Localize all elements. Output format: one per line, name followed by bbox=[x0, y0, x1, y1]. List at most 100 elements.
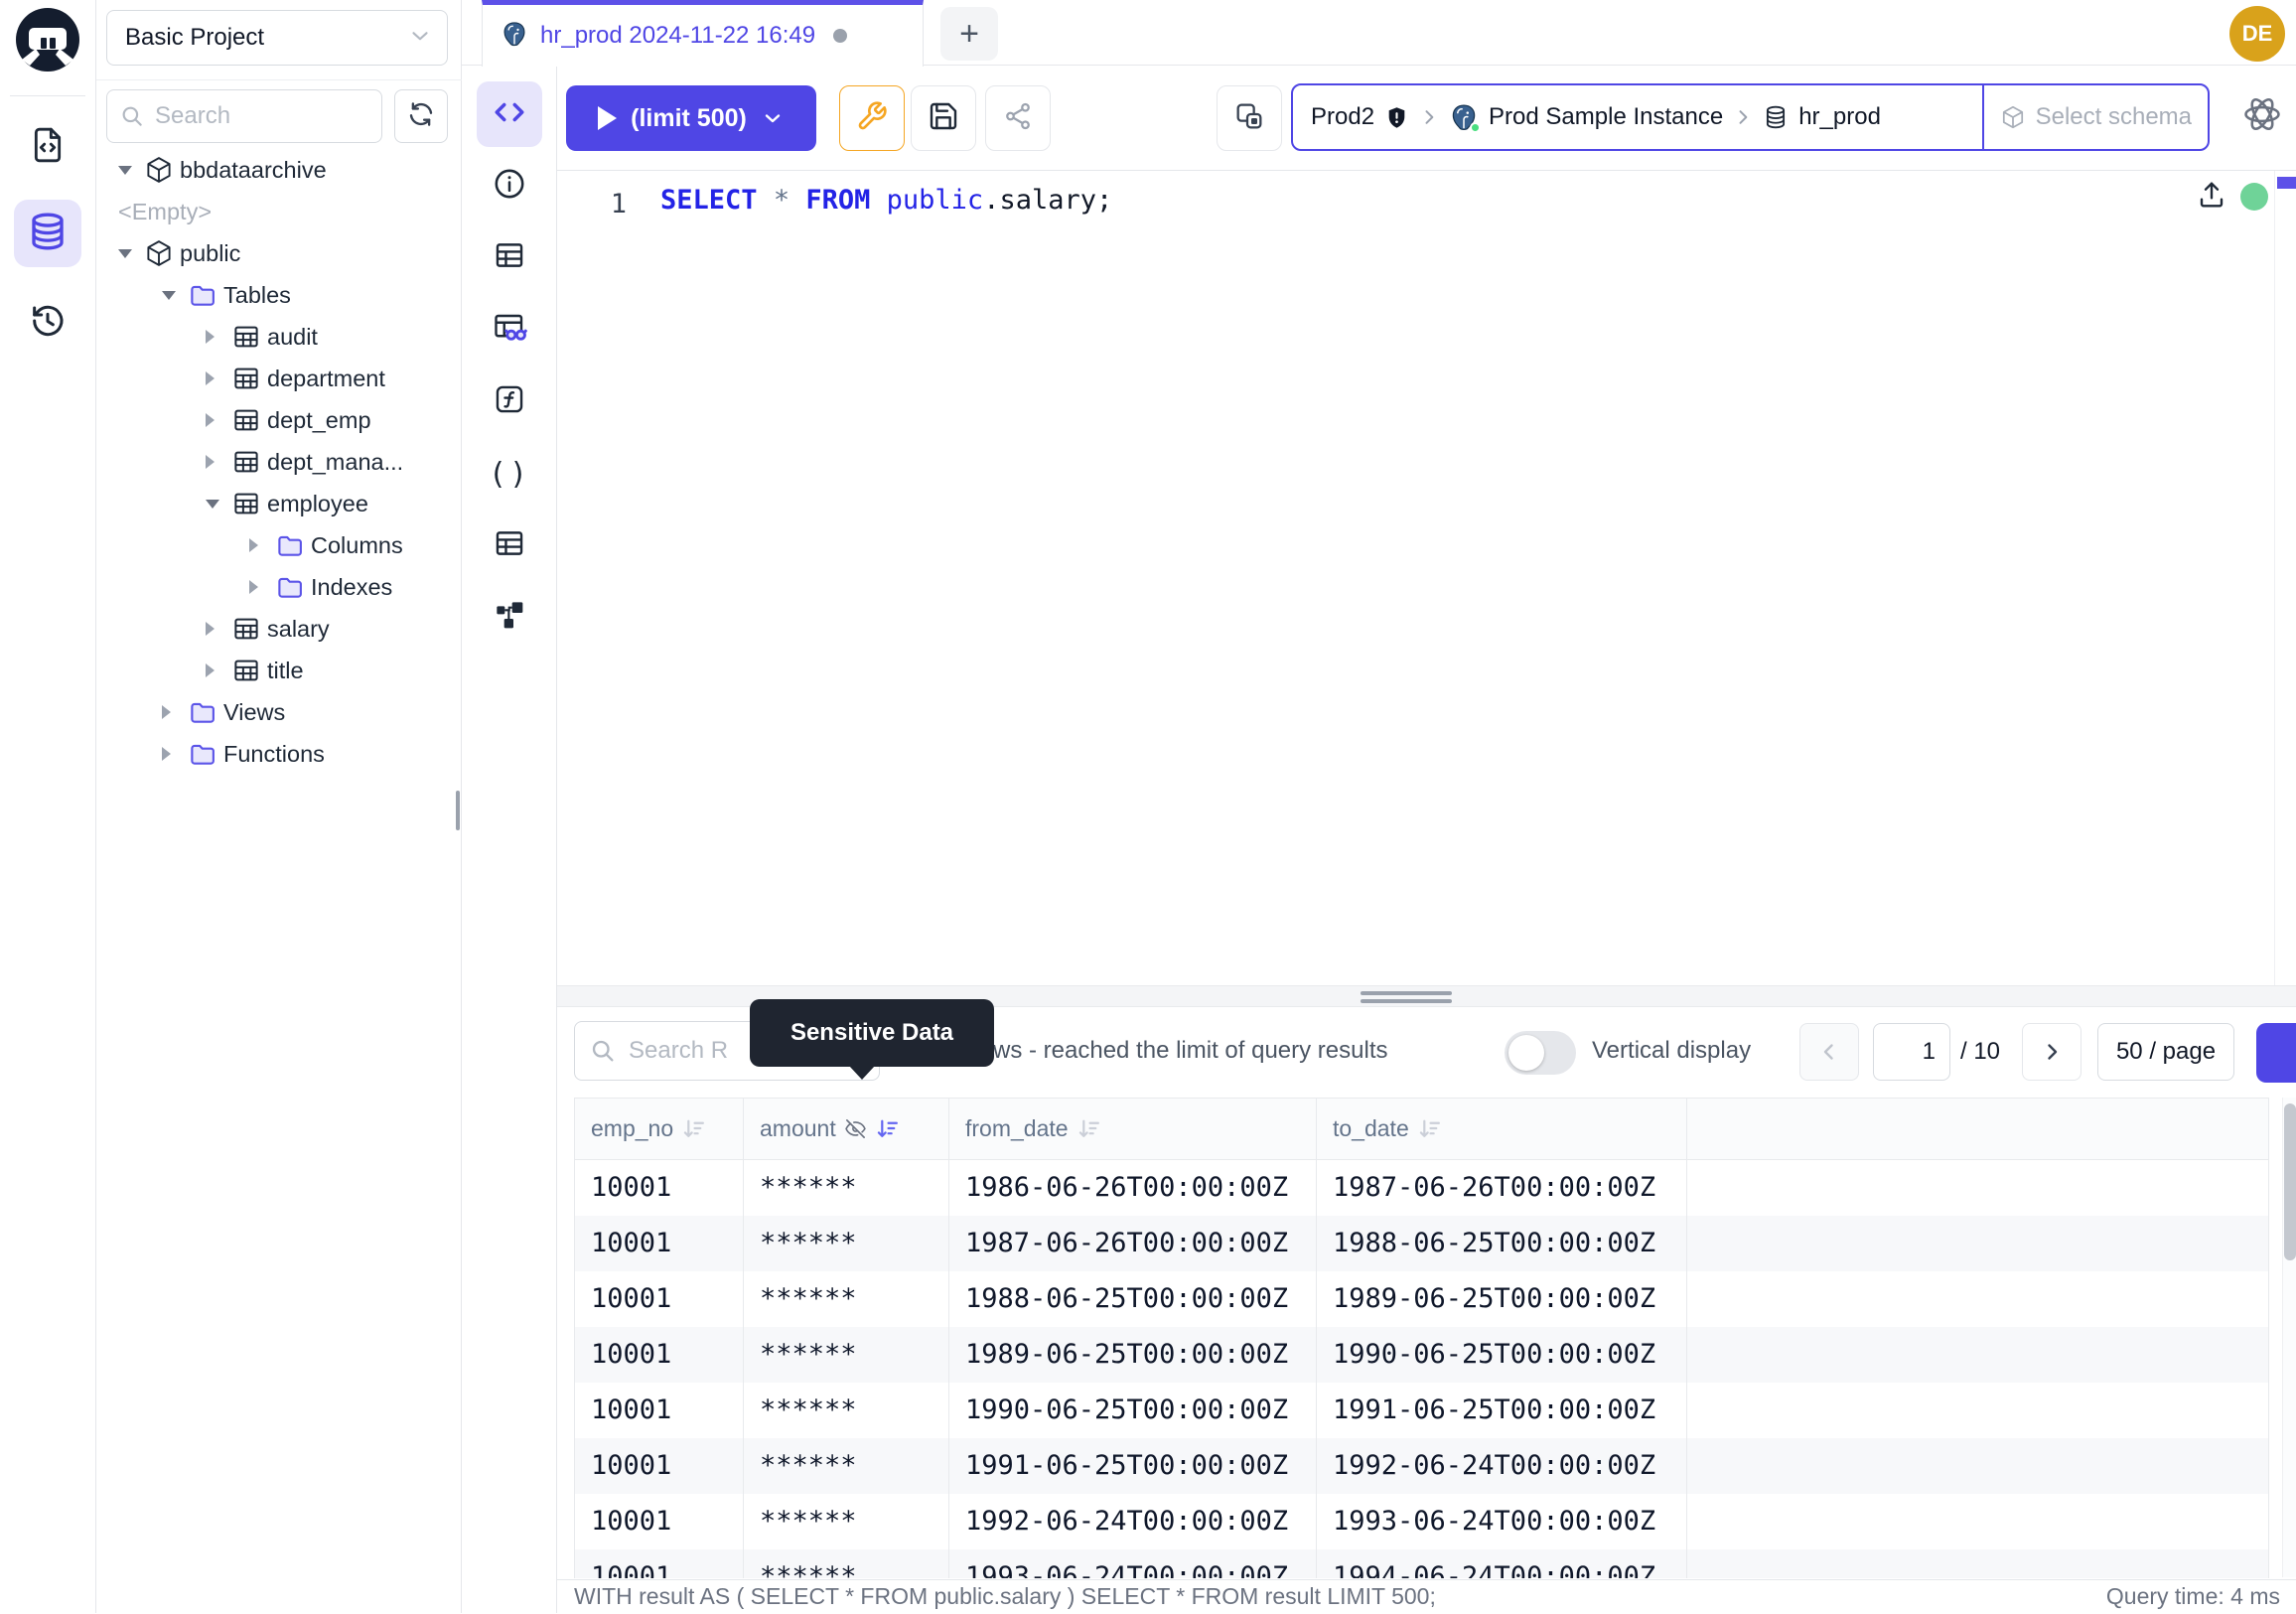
table-cell[interactable]: 1988-06-25T00:00:00Z bbox=[1317, 1216, 1687, 1271]
bytebase-logo[interactable] bbox=[16, 8, 79, 72]
table-cell[interactable]: 10001 bbox=[575, 1271, 744, 1327]
chevron-collapsed-icon[interactable] bbox=[206, 413, 231, 427]
sql-code-line[interactable]: SELECT * FROM public.salary; bbox=[660, 185, 1112, 216]
table-cell[interactable]: 1992-06-24T00:00:00Z bbox=[949, 1494, 1317, 1549]
table-cell[interactable]: ****** bbox=[744, 1383, 949, 1438]
tree-item-functions[interactable]: Functions bbox=[96, 733, 462, 775]
page-input[interactable]: 1 bbox=[1873, 1023, 1950, 1081]
tree-item-empty[interactable]: <Empty> bbox=[96, 191, 462, 232]
chevron-expanded-icon[interactable] bbox=[206, 500, 231, 509]
tree-item-dept-emp[interactable]: dept_emp bbox=[96, 399, 462, 441]
table-cell[interactable]: 10001 bbox=[575, 1549, 744, 1578]
sort-icon[interactable] bbox=[681, 1116, 706, 1141]
next-page-button[interactable] bbox=[2022, 1023, 2081, 1081]
chevron-collapsed-icon[interactable] bbox=[206, 455, 231, 469]
table-row[interactable]: 10001******1987-06-26T00:00:00Z1988-06-2… bbox=[575, 1216, 2269, 1271]
table-cell[interactable]: ****** bbox=[744, 1438, 949, 1494]
connection-path[interactable]: Prod2 Prod Sample Instance bbox=[1293, 85, 1982, 149]
table-cell[interactable]: 1989-06-25T00:00:00Z bbox=[1317, 1271, 1687, 1327]
tree-item-tables[interactable]: Tables bbox=[96, 274, 462, 316]
table-cell[interactable]: ****** bbox=[744, 1494, 949, 1549]
editor-scrollbar[interactable] bbox=[2274, 171, 2275, 985]
table-scrollbar[interactable] bbox=[2282, 1098, 2296, 1577]
table-cell[interactable]: 1987-06-26T00:00:00Z bbox=[949, 1216, 1317, 1271]
info-panel-button[interactable] bbox=[492, 168, 527, 204]
sidebar-resize-handle[interactable] bbox=[456, 791, 460, 830]
tree-item-department[interactable]: department bbox=[96, 358, 462, 399]
functions-panel-button[interactable] bbox=[492, 383, 527, 419]
table-cell[interactable]: 1987-06-26T00:00:00Z bbox=[1317, 1160, 1687, 1216]
ai-assistant-button[interactable] bbox=[2239, 93, 2285, 139]
vertical-display-toggle[interactable] bbox=[1505, 1031, 1576, 1075]
chevron-collapsed-icon[interactable] bbox=[249, 538, 275, 552]
table-cell[interactable]: 1990-06-25T00:00:00Z bbox=[949, 1383, 1317, 1438]
table-cell[interactable]: 1991-06-25T00:00:00Z bbox=[949, 1438, 1317, 1494]
tab-active-worksheet[interactable]: hr_prod 2024-11-22 16:49 bbox=[482, 0, 924, 67]
table-row[interactable]: 10001******1986-06-26T00:00:00Z1987-06-2… bbox=[575, 1160, 2269, 1216]
external-tables-panel-button[interactable] bbox=[492, 527, 527, 563]
tables-panel-button[interactable] bbox=[492, 239, 527, 275]
table-row[interactable]: 10001******1988-06-25T00:00:00Z1989-06-2… bbox=[575, 1271, 2269, 1327]
tree-item-audit[interactable]: audit bbox=[96, 316, 462, 358]
table-cell[interactable]: 1988-06-25T00:00:00Z bbox=[949, 1271, 1317, 1327]
save-button[interactable] bbox=[911, 85, 976, 151]
table-cell[interactable]: 1993-06-24T00:00:00Z bbox=[949, 1549, 1317, 1578]
chevron-collapsed-icon[interactable] bbox=[249, 580, 275, 594]
tree-item-salary[interactable]: salary bbox=[96, 608, 462, 650]
tree-item-indexes[interactable]: Indexes bbox=[96, 566, 462, 608]
chevron-expanded-icon[interactable] bbox=[118, 249, 144, 258]
page-size-select[interactable]: 50 / page bbox=[2097, 1023, 2234, 1081]
table-cell[interactable]: 1989-06-25T00:00:00Z bbox=[949, 1327, 1317, 1383]
avatar[interactable]: DE bbox=[2229, 6, 2285, 62]
tree-item-columns[interactable]: Columns bbox=[96, 524, 462, 566]
column-header-to_date[interactable]: to_date bbox=[1317, 1099, 1687, 1159]
sidebar-search[interactable] bbox=[106, 89, 382, 143]
chevron-collapsed-icon[interactable] bbox=[162, 747, 188, 761]
column-header-emp_no[interactable]: emp_no bbox=[575, 1099, 744, 1159]
chevron-collapsed-icon[interactable] bbox=[206, 371, 231, 385]
format-sql-button[interactable] bbox=[839, 85, 905, 151]
table-cell[interactable]: ****** bbox=[744, 1160, 949, 1216]
chevron-down-icon[interactable] bbox=[761, 106, 785, 130]
column-header-from_date[interactable]: from_date bbox=[949, 1099, 1317, 1159]
chevron-collapsed-icon[interactable] bbox=[162, 705, 188, 719]
table-cell[interactable]: ****** bbox=[744, 1216, 949, 1271]
table-cell[interactable]: 1992-06-24T00:00:00Z bbox=[1317, 1438, 1687, 1494]
sort-icon[interactable] bbox=[1417, 1116, 1442, 1141]
tree-item-public[interactable]: public bbox=[96, 232, 462, 274]
eye-off-icon[interactable] bbox=[844, 1117, 867, 1140]
tree-item-title[interactable]: title bbox=[96, 650, 462, 691]
share-button[interactable] bbox=[985, 85, 1051, 151]
table-cell[interactable]: ****** bbox=[744, 1271, 949, 1327]
rail-database-button[interactable] bbox=[14, 200, 81, 267]
table-row[interactable]: 10001******1993-06-24T00:00:00Z1994-06-2… bbox=[575, 1549, 2269, 1578]
table-row[interactable]: 10001******1992-06-24T00:00:00Z1993-06-2… bbox=[575, 1494, 2269, 1549]
schema-select[interactable]: Select schema bbox=[1982, 85, 2208, 149]
sort-icon[interactable] bbox=[875, 1116, 900, 1141]
toggle-knob[interactable] bbox=[1508, 1035, 1544, 1071]
connection-breadcrumb[interactable]: Prod2 Prod Sample Instance bbox=[1291, 83, 2210, 151]
chevron-expanded-icon[interactable] bbox=[162, 291, 188, 300]
project-select[interactable]: Basic Project bbox=[106, 10, 448, 66]
table-cell[interactable]: 1991-06-25T00:00:00Z bbox=[1317, 1383, 1687, 1438]
table-cell[interactable]: 10001 bbox=[575, 1438, 744, 1494]
rail-worksheet-button[interactable] bbox=[14, 113, 81, 181]
export-button[interactable] bbox=[2256, 1023, 2296, 1083]
batch-query-button[interactable] bbox=[1217, 85, 1282, 151]
sidebar-search-input[interactable] bbox=[153, 101, 371, 131]
table-cell[interactable]: 1986-06-26T00:00:00Z bbox=[949, 1160, 1317, 1216]
table-cell[interactable]: 1990-06-25T00:00:00Z bbox=[1317, 1327, 1687, 1383]
chevron-collapsed-icon[interactable] bbox=[206, 663, 231, 677]
chevron-collapsed-icon[interactable] bbox=[206, 330, 231, 344]
refresh-button[interactable] bbox=[394, 89, 448, 143]
procedures-panel-button[interactable]: () bbox=[492, 456, 527, 492]
table-cell[interactable]: ****** bbox=[744, 1549, 949, 1578]
table-cell[interactable]: 10001 bbox=[575, 1494, 744, 1549]
scrollbar-thumb[interactable] bbox=[2284, 1103, 2296, 1260]
tree-item-bbdataarchive[interactable]: bbdataarchive bbox=[96, 149, 462, 191]
code-panel-button[interactable] bbox=[477, 81, 542, 147]
table-row[interactable]: 10001******1989-06-25T00:00:00Z1990-06-2… bbox=[575, 1327, 2269, 1383]
rail-history-button[interactable] bbox=[14, 289, 81, 357]
schema-diagram-panel-button[interactable] bbox=[492, 599, 527, 635]
table-cell[interactable]: ****** bbox=[744, 1327, 949, 1383]
